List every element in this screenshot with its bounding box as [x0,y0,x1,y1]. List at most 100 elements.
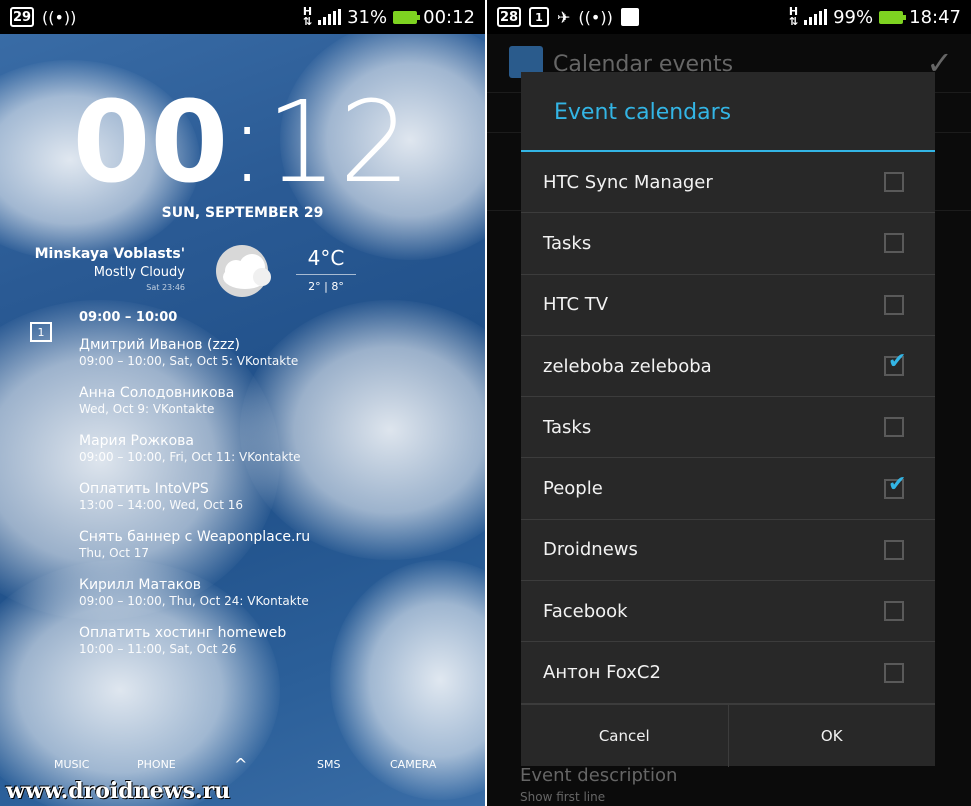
camera-shortcut[interactable]: CAMERA [390,758,436,771]
event-item[interactable]: Анна Солодовникова Wed, Oct 9: VKontakte [79,385,310,417]
checkbox-checked[interactable] [884,472,906,499]
event-list: 09:00 – 10:00 Дмитрий Иванов (zzz) 09:00 … [79,310,310,673]
status-time: 00:12 [423,6,475,28]
calendar-option-label: Антон FoxC2 [543,662,661,684]
weather-range: 2° | 8° [308,280,344,293]
event-title: Анна Солодовникова [79,385,235,401]
background-setting-sub: Show first line [520,790,606,804]
dialog-buttons: Cancel OK [521,704,935,767]
calendar-option-label: People [543,478,603,500]
checkbox[interactable] [884,172,904,193]
calendar-option[interactable]: HTC TV [521,275,935,336]
calendar-small-icon: 1 [30,322,52,342]
calendar-option[interactable]: Droidnews [521,520,935,582]
ok-button[interactable]: OK [727,705,936,767]
calendar-option[interactable]: Tasks [521,397,935,459]
event-title: Кирилл Матаков [79,577,202,593]
weather-condition: Mostly Cloudy [93,265,185,280]
background-setting: Event description Show first line [520,765,677,804]
calendar-option-label: Tasks [543,232,592,254]
lock-shortcuts: MUSIC PHONE ^ SMS CAMERA [0,752,485,776]
event-calendars-dialog: Event calendars HTC Sync Manager Tasks H… [521,72,935,767]
clock-separator: : [228,78,267,208]
event-title: Оплатить хостинг homeweb [79,625,287,641]
broadcast-icon: ((•)) [42,7,77,27]
battery-icon [879,10,907,24]
calendar-option-label: Droidnews [543,539,638,561]
lock-clock: 00:12 [0,78,485,208]
status-time: 18:47 [909,6,961,28]
music-shortcut[interactable]: MUSIC [54,758,89,771]
calendar-option[interactable]: People [521,458,935,520]
event-item[interactable]: Дмитрий Иванов (zzz) 09:00 – 10:00, Sat, … [79,337,310,369]
weather-updated: Sat 23:46 [146,283,185,292]
event-item[interactable]: Оплатить IntoVPS 13:00 – 14:00, Wed, Oct … [79,481,310,513]
lockscreen-phone: 29 ((•)) H ⇅ 31% 00:12 00:12 SUN, SEPTEMB… [0,0,485,806]
calendar-option[interactable]: HTC Sync Manager [521,152,935,214]
status-bar: 29 ((•)) H ⇅ 31% 00:12 [0,0,485,34]
chevron-up-icon[interactable]: ^ [234,755,247,774]
dialog-title: Event calendars [521,72,935,152]
event-title: Дмитрий Иванов (zzz) [79,337,240,353]
bird-icon: ✈ [557,7,571,27]
calendar-option-label: HTC Sync Manager [543,171,713,193]
weather-temperature: 4°C [296,246,356,275]
clock-hours: 00 [72,78,229,208]
signal-icon [804,9,828,25]
checkbox[interactable] [884,662,904,683]
lock-date: SUN, SEPTEMBER 29 [161,205,324,221]
event-title: Мария Рожкова [79,433,194,449]
cloudy-icon [216,245,271,297]
calendar-option[interactable]: Facebook [521,581,935,643]
event-subtitle: 09:00 – 10:00, Thu, Oct 24: VKontakte [79,594,309,608]
battery-percent: 31% [347,6,388,28]
calendar-option[interactable]: zeleboba zeleboba [521,336,935,398]
calendar-option-label: Facebook [543,600,628,622]
checkbox[interactable] [884,601,904,622]
calendar-icon: 29 [10,7,34,27]
network-type-icon: H ⇅ [302,5,313,28]
weather-location-name: Minskaya Voblasts' [34,246,185,262]
checkbox-checked[interactable] [884,349,906,377]
checkbox[interactable] [884,417,904,438]
shopping-bag-icon [620,8,639,26]
event-subtitle: 13:00 – 14:00, Wed, Oct 16 [79,498,244,512]
event-subtitle: Thu, Oct 17 [79,546,150,560]
phone-shortcut[interactable]: PHONE [137,758,176,771]
battery-icon [393,10,421,24]
broadcast-icon: ((•)) [578,7,613,27]
background-setting-title: Event description [520,765,678,786]
calendar-icon: 28 [497,7,521,27]
event-subtitle: Wed, Oct 9: VKontakte [79,402,215,416]
network-type-icon: H ⇅ [788,5,799,28]
event-title: Снять баннер с Weaponplace.ru [79,529,311,545]
settings-phone: 28 1 ✈ ((•)) H ⇅ 99% 18:47 Calendar event… [487,0,971,806]
calendar-option-label: HTC TV [543,294,609,316]
cancel-button[interactable]: Cancel [521,705,728,767]
event-subtitle: 09:00 – 10:00, Sat, Oct 5: VKontakte [79,354,299,368]
weather-location[interactable]: Minskaya Voblasts' Mostly Cloudy Sat 23:… [35,246,185,292]
watermark: www.droidnews.ru [6,778,231,804]
event-item[interactable]: Кирилл Матаков 09:00 – 10:00, Thu, Oct 24… [79,577,310,609]
event-subtitle: 09:00 – 10:00, Fri, Oct 11: VKontakte [79,450,301,464]
event-item[interactable]: Мария Рожкова 09:00 – 10:00, Fri, Oct 11:… [79,433,310,465]
event-title: Оплатить IntoVPS [79,481,209,497]
status-bar: 28 1 ✈ ((•)) H ⇅ 99% 18:47 [487,0,971,34]
event-item[interactable]: Оплатить хостинг homeweb 10:00 – 11:00, S… [79,625,310,657]
signal-icon [318,9,342,25]
calendar-option-label: zeleboba zeleboba [543,355,712,377]
calendar-option[interactable]: Антон FoxC2 [521,642,935,704]
weather-temp: 4°C 2° | 8° [296,246,356,293]
battery-percent: 99% [833,6,874,28]
checkbox[interactable] [884,539,904,560]
event-item[interactable]: Снять баннер с Weaponplace.ru Thu, Oct 17 [79,529,310,561]
event-header: 09:00 – 10:00 [79,310,178,325]
checkbox[interactable] [884,233,904,254]
event-subtitle: 10:00 – 11:00, Sat, Oct 26 [79,642,237,656]
small-calendar-icon: 1 [529,7,549,27]
calendar-option[interactable]: Tasks [521,213,935,275]
calendar-option-label: Tasks [543,416,592,438]
checkbox[interactable] [884,294,904,315]
sms-shortcut[interactable]: SMS [317,758,340,771]
clock-minutes: 12 [266,78,413,208]
